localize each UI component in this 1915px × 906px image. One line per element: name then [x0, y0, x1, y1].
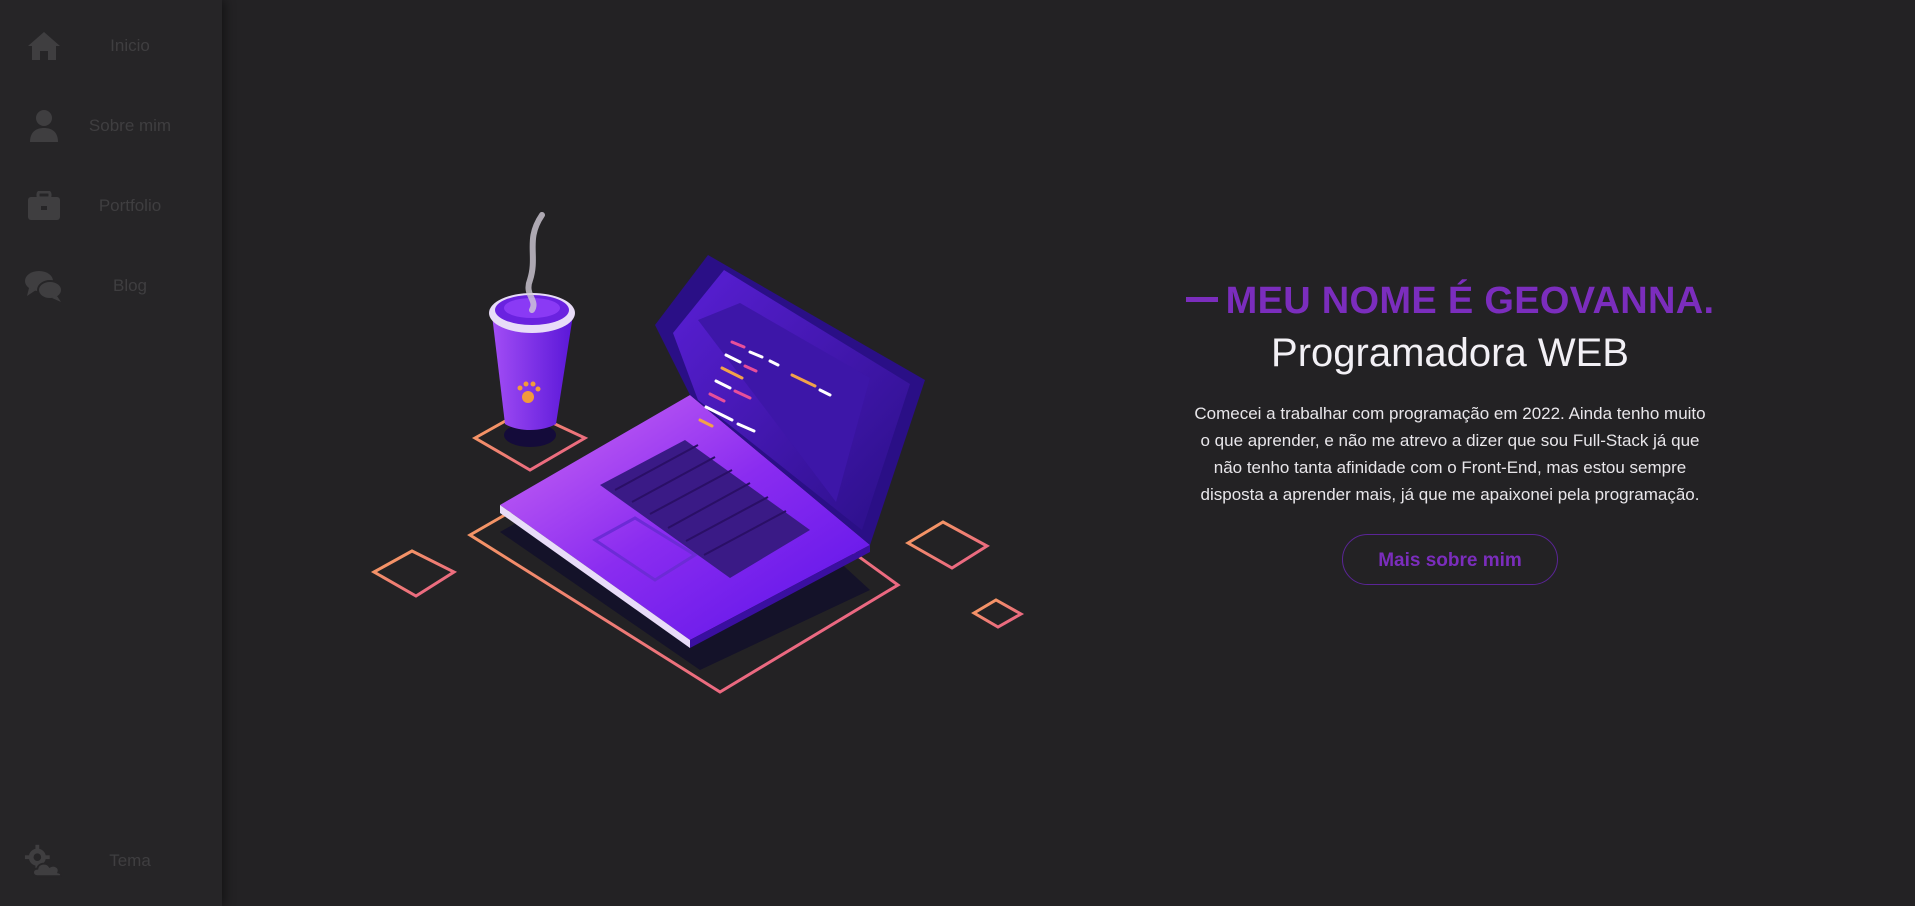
sidebar-item-label: Blog: [112, 276, 148, 295]
user-icon: [24, 106, 64, 146]
hero-name-heading: MEU NOME É GEOVANNA.: [1180, 280, 1720, 323]
sidebar: Inicio Sobre mim Portfolio Blog Tema: [0, 0, 222, 906]
hero-content: MEU NOME É GEOVANNA. Programadora WEB Co…: [1180, 280, 1720, 585]
laptop-coffee-illustration: [360, 200, 1040, 700]
home-icon: [24, 26, 64, 66]
sidebar-item-label: Sobre mim: [88, 116, 172, 135]
hero-bio: Comecei a trabalhar com programação em 2…: [1194, 404, 1706, 504]
sidebar-item-portfolio[interactable]: Portfolio: [0, 178, 222, 234]
sidebar-item-sobre-mim[interactable]: Sobre mim: [0, 98, 222, 154]
comments-icon: [24, 266, 64, 306]
sidebar-item-blog[interactable]: Blog: [0, 258, 222, 314]
theme-cloud-gear-icon: [24, 841, 64, 881]
sidebar-item-label: Inicio: [110, 36, 150, 55]
sidebar-item-label: Tema: [109, 851, 151, 870]
more-about-me-button[interactable]: Mais sobre mim: [1342, 534, 1558, 585]
theme-toggle[interactable]: Tema: [0, 833, 222, 889]
heading-dash-decoration: [1185, 297, 1218, 303]
hero-name-text: MEU NOME É GEOVANNA.: [1225, 280, 1715, 322]
sidebar-item-inicio[interactable]: Inicio: [0, 18, 222, 74]
sidebar-item-label: Portfolio: [98, 196, 162, 215]
briefcase-icon: [24, 186, 64, 226]
hero-role: Programadora WEB: [1271, 331, 1629, 375]
